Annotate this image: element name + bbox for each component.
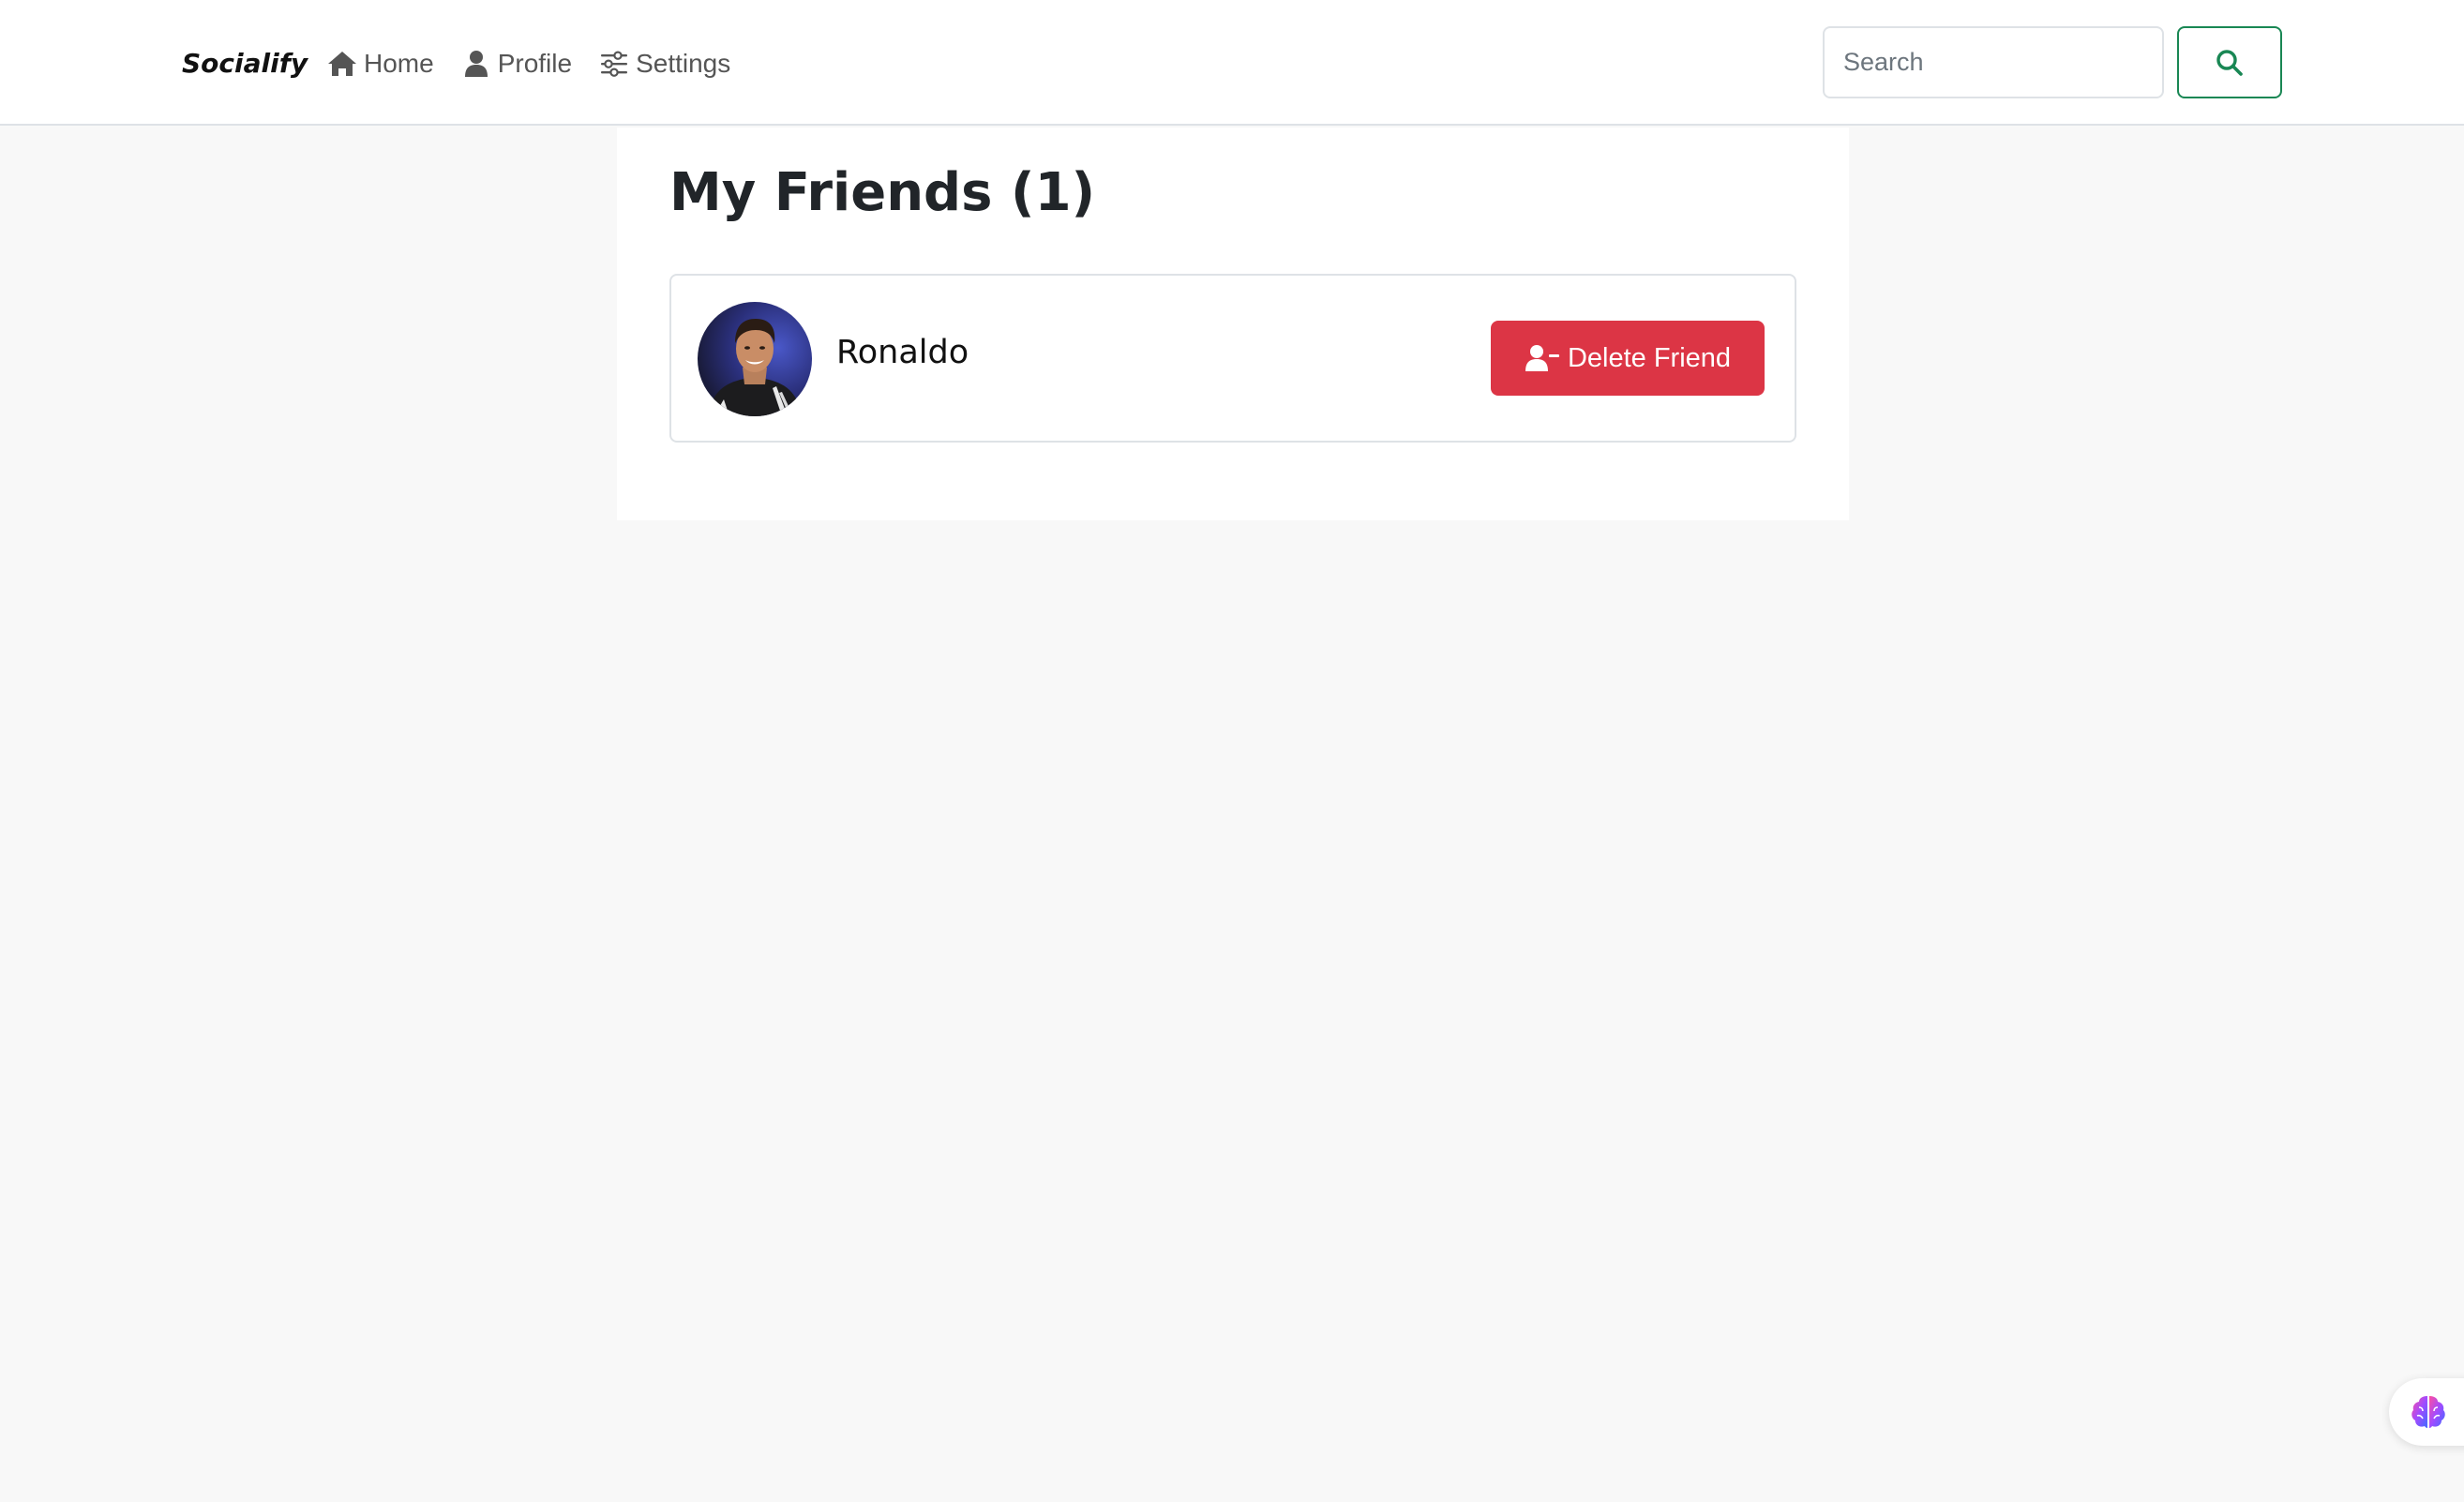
brand-logo[interactable]: Socialify — [182, 45, 308, 83]
avatar[interactable] — [698, 302, 812, 416]
user-minus-icon — [1525, 345, 1559, 371]
friend-name[interactable]: Ronaldo — [836, 332, 969, 373]
user-icon — [464, 51, 488, 77]
search-input[interactable] — [1823, 26, 2164, 98]
assistant-widget[interactable] — [2389, 1378, 2464, 1446]
sliders-icon — [601, 51, 628, 77]
nav-link-label: Settings — [636, 49, 731, 78]
friend-avatar-photo — [698, 302, 812, 416]
home-icon — [328, 52, 356, 76]
top-navbar: Socialify Home Profile Settings Search — [0, 0, 2464, 126]
delete-friend-button[interactable]: Delete Friend — [1491, 321, 1765, 396]
friends-panel: My Friends (1) Ronaldo Delete Friend — [617, 128, 1849, 520]
page-title: My Friends (1) — [669, 162, 1096, 223]
brain-icon — [2411, 1396, 2445, 1428]
nav-link-settings[interactable]: Settings — [598, 49, 730, 79]
nav-link-profile[interactable]: Profile — [460, 49, 572, 79]
delete-friend-label: Delete Friend — [1567, 342, 1732, 373]
nav-links: Home Profile Settings — [326, 43, 757, 84]
search-button[interactable] — [2177, 26, 2282, 98]
nav-link-home[interactable]: Home — [326, 49, 434, 79]
nav-link-label: Home — [364, 49, 434, 78]
nav-link-label: Profile — [497, 49, 573, 78]
search-icon — [2216, 49, 2243, 76]
friend-card: Ronaldo Delete Friend — [669, 274, 1796, 443]
